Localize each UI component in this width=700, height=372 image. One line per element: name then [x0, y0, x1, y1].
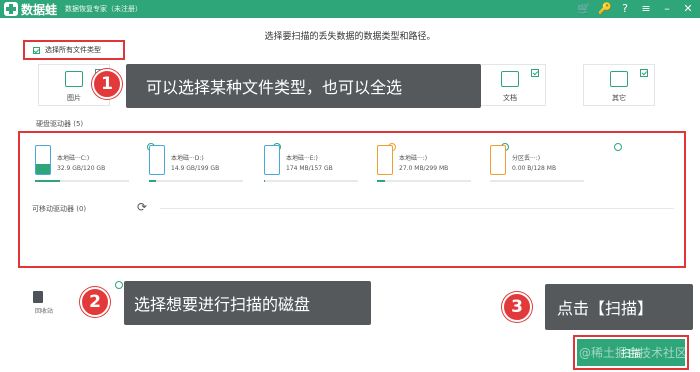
cart-icon[interactable]: 🛒 [577, 0, 591, 18]
drive-size: 14.9 GB/199 GB [171, 165, 220, 172]
callout-1-badge: 1 [92, 69, 122, 99]
file-type-label: 其它 [612, 94, 626, 102]
callout-3-badge: 3 [502, 292, 532, 322]
drive-name: 分区丢···:) [512, 155, 541, 162]
logo-mark-icon [4, 2, 18, 16]
close-icon[interactable]: ✕ [682, 0, 694, 18]
other-icon [610, 71, 628, 87]
drive-usage-bar [490, 180, 584, 182]
hard-drive-icon [149, 145, 165, 175]
hard-drive-icon [490, 145, 506, 175]
divider [160, 208, 674, 209]
drive-usage-bar [264, 180, 358, 182]
callout-1-text: 可以选择某种文件类型，也可以全选 [146, 78, 403, 97]
app-name: 数据蛙 [21, 2, 58, 17]
callout-1: 可以选择某种文件类型，也可以全选 [126, 64, 481, 108]
key-icon[interactable]: 🔑 [598, 0, 612, 18]
drive-usage-bar [149, 180, 243, 182]
app-logo: 数据蛙 [4, 1, 57, 18]
drive-radio[interactable] [614, 143, 622, 151]
refresh-icon[interactable]: ⟳ [137, 200, 147, 214]
trash-icon [33, 291, 43, 303]
drive-item[interactable]: 本地磁···E:) 174 MB/157 GB [264, 143, 396, 182]
document-icon [501, 71, 519, 87]
drive-size: 0.00 B/128 MB [512, 165, 557, 172]
drive-size: 32.9 GB/120 GB [57, 165, 106, 172]
select-all-label: 选择所有文件类型 [45, 46, 101, 54]
drive-usage-bar [35, 180, 129, 182]
file-type-document[interactable]: 文档 [474, 64, 546, 106]
drive-item[interactable]: 本地磁···C:) 32.9 GB/120 GB [35, 143, 155, 182]
checkbox-icon [33, 46, 40, 54]
recycle-bin-item[interactable]: 回收站 [33, 291, 53, 315]
drive-usage-bar [377, 180, 471, 182]
drive-item[interactable]: 本地磁···:) 27.0 MB/299 MB [377, 143, 509, 182]
hard-drives-title: 硬盘驱动器 (5) [36, 120, 84, 128]
drive-name: 本地磁···:) [399, 155, 428, 162]
drive-name: 本地磁···D:) [171, 155, 204, 162]
callout-2-badge: 2 [80, 287, 110, 317]
removable-drives-title: 可移动驱动器 (0) [32, 205, 87, 213]
scan-button[interactable]: 扫描 [577, 339, 685, 366]
callout-2: 选择想要进行扫描的磁盘 [124, 281, 371, 325]
menu-icon[interactable]: ≡ [640, 0, 652, 18]
help-icon[interactable]: ? [619, 0, 631, 18]
app-subtitle: 数据恢复专家（未注册） [65, 5, 143, 13]
drive-item[interactable]: 本地磁···D:) 14.9 GB/199 GB [149, 143, 281, 182]
minimize-icon[interactable]: – [661, 0, 673, 18]
recycle-bin-radio[interactable] [115, 281, 123, 289]
hard-drive-icon [35, 145, 51, 175]
drive-name: 本地磁···C:) [57, 155, 90, 162]
drive-size: 174 MB/157 GB [286, 165, 333, 172]
check-icon [531, 69, 539, 77]
select-all-checkbox[interactable]: 选择所有文件类型 [23, 40, 125, 60]
callout-2-text: 选择想要进行扫描的磁盘 [134, 295, 311, 314]
hard-drive-icon [264, 145, 280, 175]
callout-3: 点击【扫描】 [545, 284, 693, 330]
recycle-bin-label: 回收站 [35, 308, 54, 315]
callout-3-text: 点击【扫描】 [557, 299, 654, 318]
drive-size: 27.0 MB/299 MB [399, 165, 449, 172]
file-type-label: 文档 [503, 94, 517, 102]
drive-item[interactable]: 分区丢···:) 0.00 B/128 MB [490, 143, 622, 182]
title-bar: 数据蛙 数据恢复专家（未注册） 🛒 🔑 ? ≡ – ✕ [0, 0, 700, 18]
file-type-other[interactable]: 其它 [583, 64, 655, 106]
image-icon [65, 71, 83, 87]
drive-name: 本地磁···E:) [286, 155, 318, 162]
hard-drive-icon [377, 145, 393, 175]
titlebar-actions: 🛒 🔑 ? ≡ – ✕ [577, 0, 694, 18]
check-icon [640, 69, 648, 77]
